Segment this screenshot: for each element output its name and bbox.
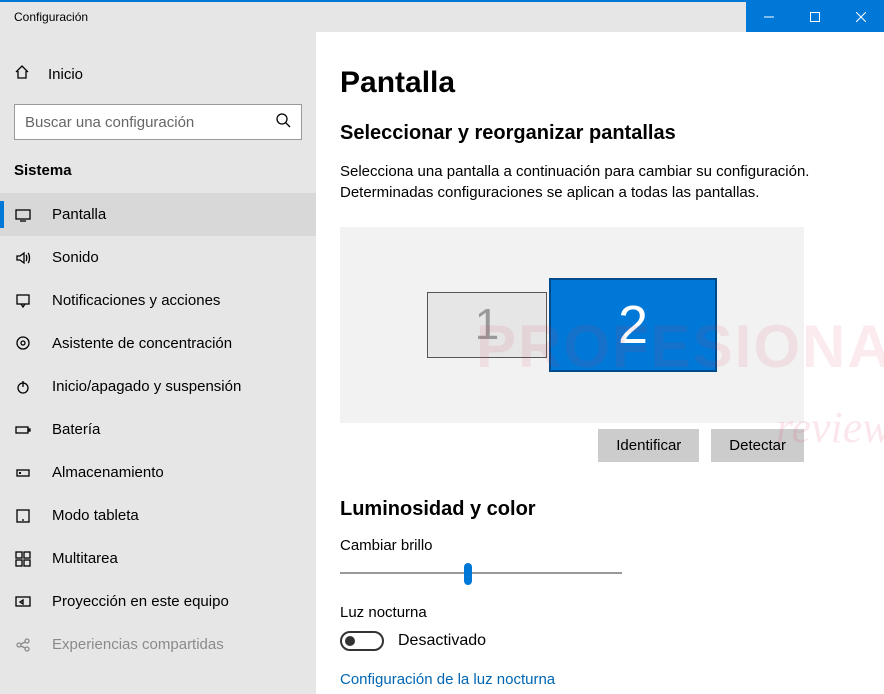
focus-assist-icon bbox=[14, 336, 32, 352]
slider-thumb[interactable] bbox=[464, 563, 472, 585]
identify-button[interactable]: Identificar bbox=[598, 429, 699, 462]
brightness-heading: Luminosidad y color bbox=[340, 498, 860, 521]
display-icon bbox=[14, 207, 32, 223]
sidebar-item-label: Batería bbox=[52, 421, 100, 438]
sidebar-item-label: Inicio/apagado y suspensión bbox=[52, 378, 241, 395]
multitask-icon bbox=[14, 551, 32, 567]
sidebar-item-notificaciones[interactable]: Notificaciones y acciones bbox=[0, 279, 316, 322]
sound-icon bbox=[14, 250, 32, 266]
night-light-toggle[interactable] bbox=[340, 631, 384, 651]
page-title: Pantalla bbox=[340, 66, 860, 100]
sidebar-item-label: Proyección en este equipo bbox=[52, 593, 229, 610]
close-button[interactable] bbox=[838, 2, 884, 32]
sidebar-item-almacenamiento[interactable]: Almacenamiento bbox=[0, 451, 316, 494]
brightness-slider[interactable] bbox=[340, 572, 622, 574]
project-icon bbox=[14, 594, 32, 610]
battery-icon bbox=[14, 422, 32, 438]
home-icon bbox=[14, 64, 30, 84]
sidebar-item-label: Notificaciones y acciones bbox=[52, 292, 220, 309]
sidebar-item-bateria[interactable]: Batería bbox=[0, 408, 316, 451]
sidebar-item-label: Modo tableta bbox=[52, 507, 139, 524]
display-buttons: Identificar Detectar bbox=[340, 429, 804, 462]
sidebar: Inicio Sistema Pantalla Sonido Notificac… bbox=[0, 32, 316, 694]
night-light-state: Desactivado bbox=[398, 632, 486, 650]
power-icon bbox=[14, 379, 32, 395]
display-arrangement[interactable]: 1 2 bbox=[340, 227, 804, 423]
night-light-label: Luz nocturna bbox=[340, 604, 860, 621]
brightness-label: Cambiar brillo bbox=[340, 537, 860, 554]
sidebar-item-label: Asistente de concentración bbox=[52, 335, 232, 352]
title-bar: Configuración bbox=[0, 0, 884, 32]
sidebar-item-experiencias[interactable]: Experiencias compartidas bbox=[0, 623, 316, 666]
arrange-description: Selecciona una pantalla a continuación p… bbox=[340, 161, 820, 203]
minimize-button[interactable] bbox=[746, 2, 792, 32]
window-controls bbox=[746, 2, 884, 32]
monitor-1[interactable]: 1 bbox=[427, 292, 547, 358]
notifications-icon bbox=[14, 293, 32, 309]
detect-button[interactable]: Detectar bbox=[711, 429, 804, 462]
sidebar-item-label: Multitarea bbox=[52, 550, 118, 567]
shared-icon bbox=[14, 637, 32, 653]
sidebar-item-label: Experiencias compartidas bbox=[52, 636, 224, 653]
sidebar-item-label: Pantalla bbox=[52, 206, 106, 223]
sidebar-home[interactable]: Inicio bbox=[0, 54, 316, 94]
sidebar-item-pantalla[interactable]: Pantalla bbox=[0, 193, 316, 236]
sidebar-item-label: Almacenamiento bbox=[52, 464, 164, 481]
window-title: Configuración bbox=[0, 10, 746, 24]
sidebar-item-modo-tableta[interactable]: Modo tableta bbox=[0, 494, 316, 537]
search-input[interactable] bbox=[25, 114, 275, 131]
sidebar-item-label: Sonido bbox=[52, 249, 99, 266]
night-light-settings-link[interactable]: Configuración de la luz nocturna bbox=[340, 671, 860, 688]
sidebar-item-inicio-apagado[interactable]: Inicio/apagado y suspensión bbox=[0, 365, 316, 408]
sidebar-item-asistente-concentracion[interactable]: Asistente de concentración bbox=[0, 322, 316, 365]
tablet-icon bbox=[14, 508, 32, 524]
sidebar-nav: Pantalla Sonido Notificaciones y accione… bbox=[0, 193, 316, 666]
sidebar-section-label: Sistema bbox=[0, 158, 316, 193]
sidebar-item-multitarea[interactable]: Multitarea bbox=[0, 537, 316, 580]
sidebar-item-proyeccion[interactable]: Proyección en este equipo bbox=[0, 580, 316, 623]
sidebar-home-label: Inicio bbox=[48, 66, 83, 83]
storage-icon bbox=[14, 465, 32, 481]
search-icon bbox=[275, 112, 291, 133]
maximize-button[interactable] bbox=[792, 2, 838, 32]
monitor-2[interactable]: 2 bbox=[549, 278, 717, 372]
main-panel: PROFESIONAL review Pantalla Seleccionar … bbox=[316, 32, 884, 694]
search-box[interactable] bbox=[14, 104, 302, 140]
sidebar-item-sonido[interactable]: Sonido bbox=[0, 236, 316, 279]
arrange-heading: Seleccionar y reorganizar pantallas bbox=[340, 122, 860, 145]
